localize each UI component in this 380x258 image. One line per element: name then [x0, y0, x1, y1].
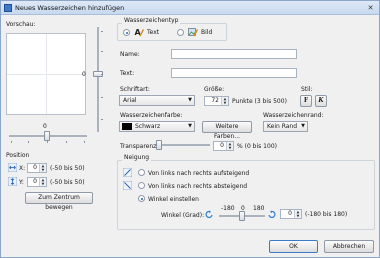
tilt-ascending-radio[interactable] [138, 169, 145, 176]
angle-range: (-180 bis 180) [305, 211, 348, 218]
transparency-slider[interactable] [156, 140, 162, 150]
rotate-clockwise-icon [267, 210, 276, 219]
angle-scale-max: 180 [253, 205, 265, 212]
style-label: Stil: [301, 86, 313, 93]
horizontal-arrows-icon [7, 162, 18, 173]
tilt-custom-label: Winkel einstellen [148, 196, 199, 203]
watermark-type-label: Wasserzeichentyp [122, 17, 181, 24]
x-label: X: [19, 165, 26, 172]
chevron-down-icon: ▼ [188, 123, 192, 129]
text-label: Text: [120, 70, 135, 77]
x-range: (-50 bis 50) [50, 165, 85, 172]
x-value: 0 [33, 164, 37, 171]
window-title: Neues Wasserzeichen hinzufügen [15, 4, 125, 12]
ascending-diagonal-icon [122, 167, 133, 178]
text-watermark-icon: A [134, 27, 145, 37]
tilt-label: Neigung [122, 154, 152, 161]
angle-scale-min: -180 [221, 205, 235, 212]
spin-arrows-icon[interactable]: ▲ ▼ [39, 178, 46, 186]
transparency-track [156, 144, 210, 146]
color-label: Wasserzeichenfarbe: [120, 112, 183, 119]
border-label: Wasserzeichenrand: [263, 112, 324, 119]
vertical-value: 0 [82, 71, 86, 78]
transparency-unit: % (0 bis 100) [237, 143, 277, 150]
border-select[interactable]: Kein Rand ▼ [263, 121, 308, 132]
spin-arrows-icon[interactable]: ▲ ▼ [221, 97, 228, 105]
chevron-down-icon: ▼ [301, 123, 305, 129]
tilt-descending-label: Von links nach rechts absteigend [148, 183, 248, 190]
tilt-descending-radio[interactable] [138, 182, 145, 189]
size-label: Größe: [204, 86, 225, 93]
spin-arrows-icon[interactable]: ▲ ▼ [226, 142, 233, 150]
italic-button[interactable]: K [315, 95, 327, 107]
move-to-center-button[interactable]: Zum Zentrum bewegen [25, 192, 93, 211]
size-value: 72 [211, 97, 219, 104]
text-input[interactable] [171, 68, 297, 78]
x-spinbox[interactable]: 0 ▲ ▼ [27, 163, 47, 173]
font-label: Schriftart: [120, 86, 150, 93]
angle-label: Winkel (Grad): [161, 212, 205, 219]
chevron-down-icon: ▼ [188, 97, 192, 103]
y-spinbox[interactable]: 0 ▲ ▼ [27, 177, 47, 187]
rotate-counterclockwise-icon [205, 210, 214, 219]
close-icon[interactable]: ✕ [366, 4, 375, 12]
border-value: Kein Rand [267, 123, 298, 130]
horizontal-position-slider[interactable] [44, 131, 50, 141]
angle-slider[interactable] [239, 211, 245, 221]
spin-arrows-icon[interactable]: ▲ ▼ [39, 164, 46, 172]
tilt-custom-radio[interactable] [138, 195, 145, 202]
color-value: Schwarz [135, 123, 161, 130]
type-image-radio[interactable] [177, 29, 184, 36]
color-select[interactable]: Schwarz ▼ [119, 121, 195, 132]
tilt-ascending-label: Von links nach rechts aufsteigend [148, 170, 250, 177]
type-text-radio[interactable] [123, 29, 130, 36]
angle-value: 0 [288, 210, 292, 217]
font-select[interactable]: Arial ▼ [119, 95, 195, 106]
title-bar: Neues Wasserzeichen hinzufügen ✕ [1, 1, 379, 15]
bold-button[interactable]: F [300, 95, 312, 107]
position-label: Position [6, 152, 30, 159]
preview-label: Vorschau: [6, 21, 36, 28]
color-swatch [122, 123, 132, 130]
more-colors-button[interactable]: Weitere Farben... [202, 121, 252, 140]
name-input[interactable] [171, 49, 297, 59]
vertical-arrows-icon [7, 176, 18, 187]
cancel-button[interactable]: Abbrechen [324, 240, 374, 253]
transparency-value: 0 [220, 142, 224, 149]
font-value: Arial [123, 97, 137, 104]
y-range: (-50 bis 50) [50, 179, 85, 186]
spin-arrows-icon[interactable]: ▲ ▼ [294, 210, 301, 218]
descending-diagonal-icon [122, 180, 133, 191]
type-image-label: Bild [201, 29, 213, 36]
size-spinbox[interactable]: 72 ▲ ▼ [204, 96, 229, 106]
transparency-label: Transparenz: [120, 143, 159, 150]
y-value: 0 [33, 178, 37, 185]
transparency-spinbox[interactable]: 0 ▲ ▼ [213, 141, 234, 151]
horizontal-value: 0 [43, 123, 47, 130]
y-label: Y: [19, 179, 24, 186]
dialog-window: Neues Wasserzeichen hinzufügen ✕ Vorscha… [0, 0, 380, 258]
watermark-preview [6, 33, 86, 115]
type-text-label: Text [147, 29, 160, 36]
ok-button[interactable]: OK [269, 240, 318, 253]
name-label: Name: [120, 51, 140, 58]
vertical-position-track [97, 27, 99, 132]
image-watermark-icon [188, 27, 199, 37]
angle-spinbox[interactable]: 0 ▲ ▼ [280, 209, 302, 219]
watermark-app-icon [4, 4, 12, 12]
size-unit: Punkte (3 bis 500) [232, 98, 287, 105]
